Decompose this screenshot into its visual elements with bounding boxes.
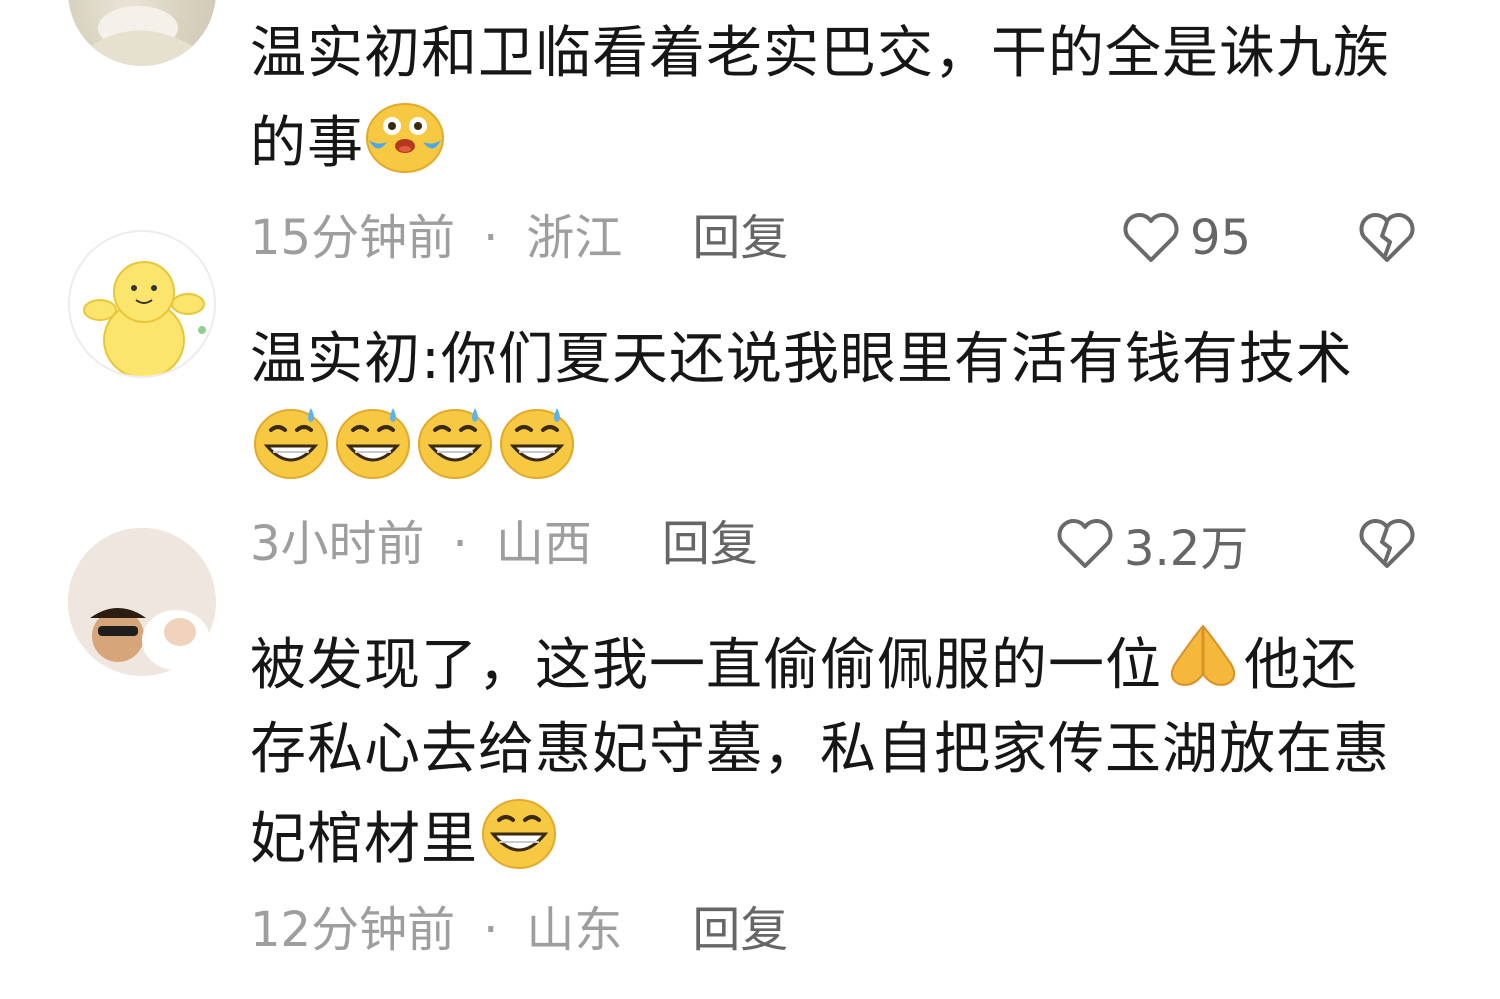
reply-button[interactable]: 回复 bbox=[692, 208, 788, 268]
comment-text: 温实初:你们夏天还说我眼里有活有钱有技术 bbox=[250, 318, 1410, 492]
separator-dot: · bbox=[452, 516, 468, 572]
comment-time: 12分钟前 bbox=[250, 902, 456, 958]
comment-meta: 12分钟前 · 山东 回复 bbox=[250, 900, 788, 960]
comment-body-part1: 被发现了，这我一直偷偷佩服的一位 bbox=[250, 633, 1162, 698]
like-button[interactable]: 95 bbox=[1122, 208, 1251, 268]
broken-heart-icon bbox=[1359, 519, 1415, 568]
heart-outline-icon bbox=[1057, 519, 1113, 568]
avatar[interactable] bbox=[68, 230, 216, 378]
avatar-image bbox=[68, 528, 216, 676]
dislike-button[interactable] bbox=[1358, 212, 1416, 264]
laugh-cry-emoji bbox=[365, 96, 445, 176]
like-button[interactable]: 3.2万 bbox=[1056, 514, 1248, 577]
comment-text: 被发现了，这我一直偷偷佩服的一位 他还存私心去给惠妃守墓，私自把家传玉湖放在惠妃… bbox=[250, 618, 1410, 882]
avatar-image bbox=[88, 6, 196, 66]
avatar[interactable] bbox=[68, 0, 216, 66]
like-count: 3.2万 bbox=[1124, 521, 1249, 577]
avatar[interactable] bbox=[68, 528, 216, 676]
comment-location: 山西 bbox=[495, 516, 592, 572]
reply-button[interactable]: 回复 bbox=[692, 900, 788, 960]
comment-text: 温实初和卫临看着老实巴交，干的全是诛九族的事 bbox=[250, 12, 1410, 186]
sweat-grin-emoji bbox=[497, 402, 577, 482]
comment-location: 浙江 bbox=[526, 210, 623, 266]
comment-location: 山东 bbox=[526, 902, 623, 958]
comment-meta: 3小时前 · 山西 回复 bbox=[250, 514, 758, 574]
sweat-grin-emoji bbox=[333, 402, 413, 482]
big-grin-emoji bbox=[479, 792, 559, 872]
like-count: 95 bbox=[1190, 210, 1252, 266]
dislike-button[interactable] bbox=[1358, 518, 1416, 570]
comment-body: 温实初:你们夏天还说我眼里有活有钱有技术 bbox=[250, 327, 1353, 392]
sweat-grin-emoji bbox=[251, 402, 331, 482]
praying-hands-emoji bbox=[1163, 618, 1243, 698]
separator-dot: · bbox=[483, 902, 499, 958]
separator-dot: · bbox=[483, 210, 499, 266]
comment-time: 3小时前 bbox=[250, 516, 425, 572]
comment-time: 15分钟前 bbox=[250, 210, 456, 266]
sweat-grin-emoji bbox=[415, 402, 495, 482]
heart-outline-icon bbox=[1123, 213, 1179, 262]
reply-button[interactable]: 回复 bbox=[662, 514, 758, 574]
broken-heart-icon bbox=[1359, 213, 1415, 262]
avatar-image bbox=[70, 232, 214, 376]
comment-meta: 15分钟前 · 浙江 回复 bbox=[250, 208, 788, 268]
